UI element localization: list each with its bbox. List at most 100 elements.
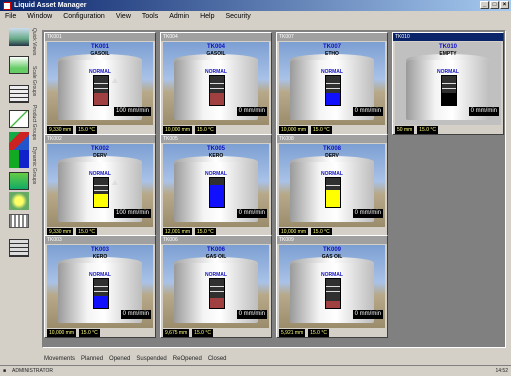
panel-title[interactable]: TK004 bbox=[161, 33, 271, 41]
tank-product: GAS OIL bbox=[205, 254, 227, 260]
panel-title[interactable]: TK010 bbox=[393, 33, 503, 41]
tank-product: GAS OIL bbox=[321, 254, 343, 260]
level-gauge bbox=[325, 278, 341, 309]
tank-panel-tk002[interactable]: TK002 TK002 DERV NORMAL 100 mm/min 9,330 mm 15… bbox=[44, 134, 156, 237]
tank-level-value: 10,000 mm bbox=[163, 126, 193, 134]
tank-level-value: 9,330 mm bbox=[47, 126, 74, 134]
window-controls: _ □ × bbox=[480, 1, 509, 9]
panel-title[interactable]: TK001 bbox=[45, 33, 155, 41]
tank-view-icon[interactable] bbox=[9, 28, 29, 46]
dynamic-groups-label[interactable]: Dynamic Groups bbox=[31, 147, 37, 184]
tank-info-bar: 9,675 mm 15.0 °C bbox=[163, 329, 269, 337]
tank-panel-tk006[interactable]: TK006 TK006 GAS OIL NORMAL 0 mm/min 9,675 mm 1… bbox=[160, 235, 272, 338]
panel-title[interactable]: TK006 bbox=[161, 236, 271, 244]
tank-temperature: 15.0 °C bbox=[79, 329, 100, 337]
search-icon[interactable] bbox=[9, 192, 29, 210]
menu-configuration[interactable]: Configuration bbox=[58, 13, 111, 20]
tank-panel-tk010[interactable]: TK010 TK010 EMPTY NORMAL 0 mm/min 50 mm 15.0 °… bbox=[392, 32, 504, 135]
panel-title[interactable]: TK003 bbox=[45, 236, 155, 244]
menu-help[interactable]: Help bbox=[195, 13, 220, 20]
menu-view[interactable]: View bbox=[111, 13, 137, 20]
panel-title[interactable]: TK007 bbox=[277, 33, 387, 41]
tank-panel-tk003[interactable]: TK003 TK003 KERO NORMAL 0 mm/min 10,000 mm 15.… bbox=[44, 235, 156, 338]
tank-tag: TK001 bbox=[90, 44, 109, 50]
tank-level-icon[interactable] bbox=[9, 56, 29, 74]
flow-rate: 100 mm/min bbox=[113, 107, 151, 116]
minimize-button[interactable]: _ bbox=[480, 1, 489, 9]
menu-window[interactable]: Window bbox=[22, 13, 58, 20]
tank-panel-tk001[interactable]: TK001 TK001 GASOIL NORMAL 100 mm/min 9,330 mm… bbox=[44, 32, 156, 135]
tank-scene: TK002 DERV NORMAL 100 mm/min bbox=[47, 144, 153, 227]
menu-admin[interactable]: Admin bbox=[164, 13, 195, 20]
tank-product: GASOIL bbox=[90, 51, 110, 57]
table-icon[interactable] bbox=[9, 85, 29, 103]
flow-rate: 0 mm/min bbox=[468, 107, 499, 116]
tank-scene: TK001 GASOIL NORMAL 100 mm/min bbox=[47, 42, 153, 125]
tank-tag: TK005 bbox=[206, 146, 225, 152]
panel-title[interactable]: TK008 bbox=[277, 135, 387, 143]
tab-reopened[interactable]: ReOpened bbox=[173, 356, 202, 362]
tank-product: GASOIL bbox=[206, 51, 226, 57]
bottom-tabs: Movements Planned Opened Suspended ReOpe… bbox=[44, 356, 227, 362]
product-icon[interactable] bbox=[9, 150, 29, 168]
tab-suspended[interactable]: Suspended bbox=[136, 356, 166, 362]
tank-info-bar: 10,000 mm 15.0 °C bbox=[279, 126, 385, 134]
tank-panel-tk008[interactable]: TK008 TK008 DERV NORMAL 0 mm/min 10,000 mm 15.… bbox=[276, 134, 388, 237]
tank-scene: TK007 ETHO NORMAL 0 mm/min bbox=[279, 42, 385, 125]
tank-scene: TK003 KERO NORMAL 0 mm/min bbox=[47, 245, 153, 328]
tank-temperature: 15.0 °C bbox=[417, 126, 439, 134]
tab-closed[interactable]: Closed bbox=[208, 356, 227, 362]
tank-product: ETHO bbox=[325, 51, 339, 57]
flow-rate: 0 mm/min bbox=[352, 209, 383, 218]
tank-panel-tk009[interactable]: TK009 TK009 GAS OIL NORMAL 0 mm/min 5,921 mm 1… bbox=[276, 235, 388, 338]
level-fill bbox=[442, 93, 456, 105]
panel-title[interactable]: TK005 bbox=[161, 135, 271, 143]
groups-icon[interactable] bbox=[9, 132, 29, 150]
window-title: Liquid Asset Manager bbox=[14, 2, 87, 9]
maximize-button[interactable]: □ bbox=[490, 1, 499, 9]
status-time: 14:52 bbox=[495, 368, 508, 374]
menu-security[interactable]: Security bbox=[220, 13, 256, 20]
tank-grid: TK001 TK001 GASOIL NORMAL 100 mm/min 9,330 mm… bbox=[42, 30, 506, 348]
flow-rate: 0 mm/min bbox=[352, 107, 383, 116]
flow-rate: 0 mm/min bbox=[236, 107, 267, 116]
tank-temperature: 15.0 °C bbox=[195, 126, 216, 134]
tank-panel-tk004[interactable]: TK004 TK004 GASOIL NORMAL 0 mm/min 10,000 mm 1… bbox=[160, 32, 272, 135]
scale-groups-label[interactable]: Scale Groups bbox=[31, 66, 37, 96]
panel-title[interactable]: TK009 bbox=[277, 236, 387, 244]
close-button[interactable]: × bbox=[500, 1, 509, 9]
side-toolbar: Quick Views Scale Groups Product Groups … bbox=[0, 22, 40, 350]
flow-rate: 0 mm/min bbox=[236, 209, 267, 218]
tank-temperature: 15.0 °C bbox=[76, 126, 97, 134]
tank-scene: TK008 DERV NORMAL 0 mm/min bbox=[279, 144, 385, 227]
grid-icon[interactable] bbox=[9, 239, 29, 257]
tank-scene: TK005 KERO NORMAL 0 mm/min bbox=[163, 144, 269, 227]
status-user: ADMINISTRATOR bbox=[12, 368, 53, 374]
panel-title[interactable]: TK002 bbox=[45, 135, 155, 143]
tab-opened[interactable]: Opened bbox=[109, 356, 130, 362]
tab-planned[interactable]: Planned bbox=[81, 356, 103, 362]
tank-level-value: 5,921 mm bbox=[279, 329, 306, 337]
tank-panel-tk007[interactable]: TK007 TK007 ETHO NORMAL 0 mm/min 10,000 mm 15.… bbox=[276, 32, 388, 135]
tank-product: KERO bbox=[208, 153, 224, 159]
quick-views-label[interactable]: Quick Views bbox=[31, 28, 37, 55]
menu-file[interactable]: File bbox=[0, 13, 22, 20]
level-fill bbox=[210, 185, 224, 207]
product-groups-label[interactable]: Product Groups bbox=[31, 105, 37, 140]
flow-rate: 0 mm/min bbox=[352, 310, 383, 319]
tank-info-bar: 10,000 mm 15.0 °C bbox=[47, 329, 153, 337]
scale-icon[interactable] bbox=[9, 214, 29, 228]
tank-tag: TK009 bbox=[322, 247, 341, 253]
menu-tools[interactable]: Tools bbox=[137, 13, 164, 20]
tank-temperature: 15.0 °C bbox=[311, 126, 332, 134]
level-fill bbox=[210, 297, 224, 308]
level-fill bbox=[326, 189, 340, 207]
flow-rate: 0 mm/min bbox=[120, 310, 151, 319]
tab-movements[interactable]: Movements bbox=[44, 356, 75, 362]
trend-chart-icon[interactable] bbox=[9, 110, 29, 128]
calculator-icon[interactable] bbox=[9, 172, 29, 190]
status-bar: ■ ADMINISTRATOR 14:52 bbox=[0, 365, 511, 376]
tank-panel-tk005[interactable]: TK005 TK005 KERO NORMAL 0 mm/min 12,001 mm 15.… bbox=[160, 134, 272, 237]
level-gauge bbox=[325, 75, 341, 106]
tank-product: DERV bbox=[93, 153, 107, 159]
